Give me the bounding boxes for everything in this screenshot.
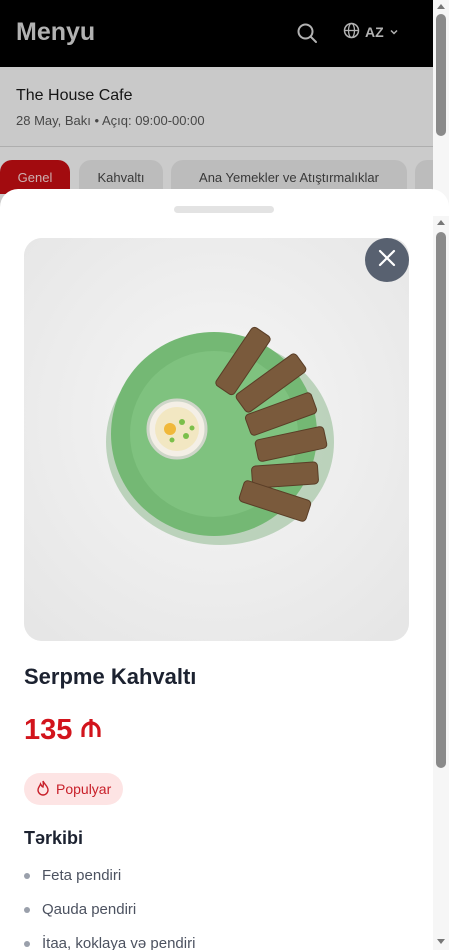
price-value: 135 — [24, 714, 73, 746]
ingredients-list: Feta pendiri Qauda pendiri İtaa, koklaya… — [24, 865, 195, 950]
dish-name: Serpme Kahvaltı — [24, 664, 197, 689]
drag-handle[interactable] — [174, 206, 274, 213]
badge-label: Populyar — [56, 781, 112, 797]
list-item: Feta pendiri — [24, 865, 195, 899]
close-button[interactable] — [365, 238, 409, 282]
list-item: Qauda pendiri — [24, 899, 195, 933]
scrollbar-thumb[interactable] — [436, 232, 446, 768]
dish-photo — [24, 238, 409, 641]
scrollbar-thumb[interactable] — [436, 14, 446, 136]
popular-badge: Populyar — [24, 773, 124, 805]
scroll-down-arrow-icon[interactable] — [437, 939, 445, 944]
close-icon — [378, 249, 396, 272]
sheet-scrollbar[interactable] — [433, 216, 449, 950]
dish-detail-sheet: Serpme Kahvaltı 135 Populyar Tərkibi Fet… — [0, 189, 449, 950]
ingredients-title: Tərkibi — [24, 828, 84, 848]
dish-price: 135 — [24, 714, 102, 747]
fire-icon — [36, 780, 50, 799]
list-item: İtaa, koklaya və pendiri — [24, 933, 195, 950]
scroll-up-arrow-icon[interactable] — [437, 4, 445, 9]
scroll-up-arrow-icon[interactable] — [437, 220, 445, 225]
manat-icon — [80, 714, 102, 747]
